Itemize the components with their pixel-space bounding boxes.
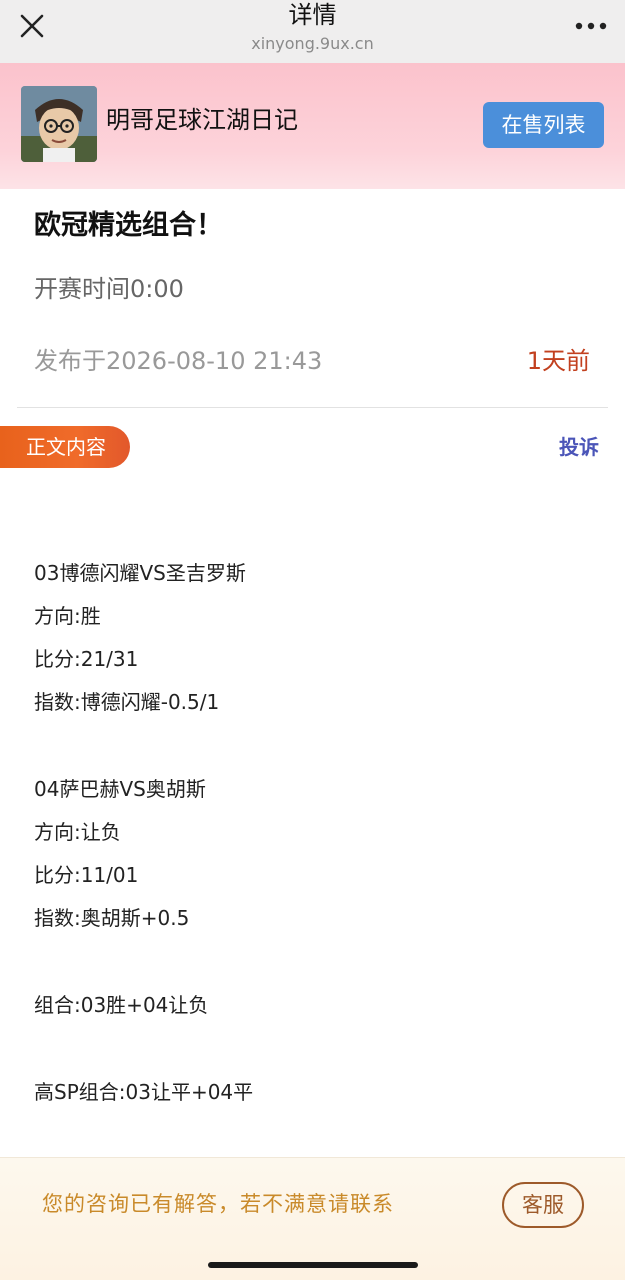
customer-service-button[interactable]: 客服	[502, 1182, 584, 1228]
seller-banner: 明哥足球江湖日记 在售列表	[0, 63, 625, 189]
seller-name[interactable]: 明哥足球江湖日记	[106, 103, 298, 137]
complain-link[interactable]: 投诉	[559, 432, 599, 462]
relative-time: 1天前	[526, 347, 590, 375]
page-title: 详情	[288, 1, 337, 29]
consult-notice: 您的咨询已有解答，若不满意请联系	[42, 1192, 394, 1216]
content-line: 组合:03胜+04让负	[34, 993, 209, 1017]
content-line: 指数:奥胡斯+0.5	[34, 906, 190, 930]
publish-time: 发布于2026-08-10 21:43	[34, 347, 323, 375]
avatar-image	[21, 86, 97, 162]
content-line: 方向:胜	[34, 604, 101, 628]
sale-list-button[interactable]: 在售列表	[483, 102, 604, 148]
content-line: 方向:让负	[34, 820, 121, 844]
content-line: 04萨巴赫VS奥胡斯	[34, 777, 206, 801]
page-domain: xinyong.9ux.cn	[251, 34, 374, 53]
divider	[17, 407, 608, 408]
content-line: 03博德闪耀VS圣吉罗斯	[34, 561, 246, 585]
article-title: 欧冠精选组合！	[34, 210, 223, 241]
avatar[interactable]	[21, 86, 97, 162]
kickoff-time: 开赛时间0:00	[34, 275, 184, 303]
content-line: 比分:21/31	[34, 647, 139, 671]
content-line: 比分:11/01	[34, 863, 139, 887]
nav-bar: 详情 xinyong.9ux.cn	[0, 0, 625, 63]
home-indicator	[208, 1262, 418, 1268]
content-line: 高SP组合:03让平+04平	[34, 1080, 254, 1104]
more-dots-icon[interactable]	[571, 8, 611, 44]
content-line: 指数:博德闪耀-0.5/1	[34, 690, 220, 714]
section-tag: 正文内容	[0, 426, 130, 468]
bottom-bar: 您的咨询已有解答，若不满意请联系 客服	[0, 1157, 625, 1280]
